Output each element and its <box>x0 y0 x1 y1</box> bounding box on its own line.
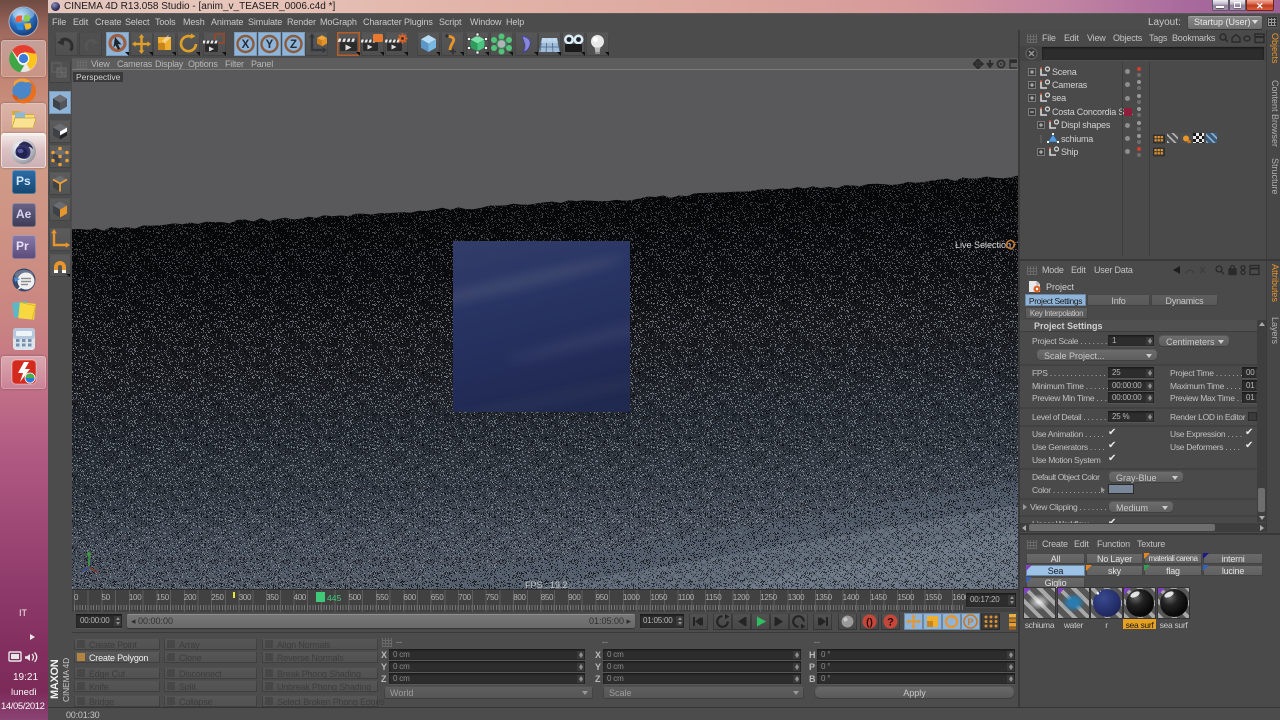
svg-text:P: P <box>967 617 973 627</box>
svg-text:(): () <box>866 618 873 629</box>
svg-text:X: X <box>242 39 250 51</box>
svg-text:Z: Z <box>290 39 297 51</box>
svg-text:?: ? <box>887 617 894 629</box>
svg-text:Y: Y <box>266 39 274 51</box>
